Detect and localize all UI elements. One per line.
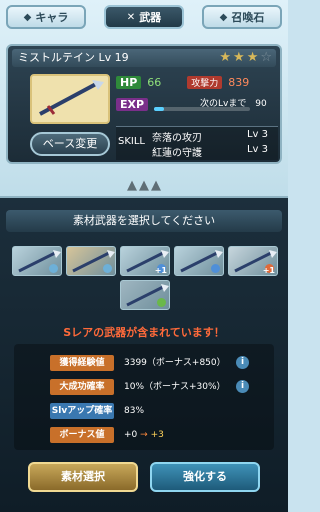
hp-value: 66: [147, 75, 162, 89]
info-label: 獲得経験値: [50, 355, 114, 371]
tab-summon[interactable]: ◆ 召喚石: [202, 5, 282, 29]
material-slot[interactable]: [120, 280, 170, 310]
material-select-button[interactable]: 素材選択: [28, 462, 138, 492]
material-slot[interactable]: +1: [228, 246, 278, 276]
info-value: +0 → +3: [124, 427, 164, 443]
up-arrow-icon: ▲: [127, 178, 137, 193]
hp-label: HP: [116, 75, 142, 89]
weapon-card: ミストルテイン Lv 19 ★ ★ ★ ☆ ベース変更 HP 66 攻撃力 83…: [6, 44, 282, 164]
summon-stone-icon: ◆: [219, 11, 228, 23]
star-icon: ★: [233, 50, 245, 65]
info-label: Slvアップ確率: [50, 403, 114, 419]
srare-warning: Sレアの武器が含まれています！: [63, 326, 225, 339]
material-slot[interactable]: [12, 246, 62, 276]
bonus-before: +0: [124, 430, 138, 440]
skill-row: 紅蓮の守護 Lv 3: [152, 144, 274, 159]
info-row-bonus: ボーナス値 +0 → +3: [14, 426, 274, 444]
tab-weapon[interactable]: ✕ 武器: [104, 5, 184, 29]
next-level-value: 90: [255, 99, 267, 109]
element-gem-icon: [211, 264, 220, 273]
info-label: ボーナス値: [50, 427, 114, 443]
weapon-header: ミストルテイン Lv 19 ★ ★ ★ ☆: [12, 49, 276, 67]
skill-box: SKILL 奈落の攻刃 Lv 3 紅蓮の守護 Lv 3: [116, 126, 278, 160]
info-row-great-success: 大成功確率 10%（ボーナス+30%） i: [14, 378, 274, 396]
plus-value: +1: [262, 266, 275, 275]
info-row-slv: Slvアップ確率 83%: [14, 402, 274, 420]
star-icon: ★: [246, 50, 259, 65]
weapon-name: ミストルテイン Lv 19: [18, 51, 129, 64]
next-level: 次のLvまで 90: [200, 96, 267, 109]
base-change-button[interactable]: ベース変更: [30, 132, 110, 156]
character-icon: ◆: [23, 11, 32, 23]
arrow-right-icon: →: [140, 430, 148, 440]
element-gem-icon: [49, 264, 58, 273]
tab-label: キャラ: [35, 11, 69, 24]
info-value: 3399（ボーナス+850）: [124, 358, 226, 368]
attack-label: 攻撃力: [187, 75, 223, 89]
info-value: 83%: [124, 406, 145, 416]
element-gem-icon: [103, 264, 112, 273]
skill-name: 紅蓮の守護: [152, 148, 202, 159]
tab-label: 武器: [139, 11, 162, 24]
weapon-image[interactable]: [30, 74, 110, 124]
bonus-after: +3: [150, 430, 164, 440]
swords-icon: ✕: [126, 11, 136, 23]
material-panel-title: 素材武器を選択してください: [6, 210, 282, 232]
exp-label: EXP: [116, 97, 149, 111]
rarity-stars: ★ ★ ★ ☆: [219, 50, 272, 66]
upgrade-button[interactable]: 強化する: [150, 462, 260, 492]
info-icon[interactable]: i: [236, 380, 249, 393]
skill-label: SKILL: [118, 136, 145, 147]
upgrade-arrows: ▲ ▲ ▲: [0, 178, 288, 193]
plus-value: +1: [154, 266, 167, 275]
up-arrow-icon: ▲: [151, 178, 161, 193]
skill-level: Lv 3: [246, 144, 268, 155]
material-slot[interactable]: [66, 246, 116, 276]
spear-icon: [32, 76, 108, 122]
skill-name: 奈落の攻刃: [152, 133, 202, 144]
star-empty-icon: ☆: [260, 50, 272, 65]
tab-label: 召喚石: [231, 11, 265, 24]
next-level-label: 次のLvまで: [200, 99, 247, 109]
attack-value: 839: [228, 75, 250, 89]
upgrade-info: 獲得経験値 3399（ボーナス+850） i 大成功確率 10%（ボーナス+30…: [14, 344, 274, 450]
star-icon: ★: [219, 50, 232, 65]
material-slot[interactable]: [174, 246, 224, 276]
skill-level: Lv 3: [246, 129, 268, 140]
exp-bar-fill: [154, 107, 164, 111]
info-icon[interactable]: i: [236, 356, 249, 369]
stat-row-hp-atk: HP 66 攻撃力 839: [116, 74, 249, 90]
up-arrow-icon: ▲: [139, 178, 149, 193]
info-row-exp: 獲得経験値 3399（ボーナス+850） i: [14, 354, 274, 372]
tab-bar: ◆ キャラ ✕ 武器 ◆ 召喚石: [0, 0, 288, 34]
info-value: 10%（ボーナス+30%）: [124, 382, 226, 392]
info-label: 大成功確率: [50, 379, 114, 395]
skill-row: 奈落の攻刃 Lv 3: [152, 129, 274, 144]
element-gem-icon: [157, 298, 166, 307]
tab-character[interactable]: ◆ キャラ: [6, 5, 86, 29]
material-slot[interactable]: +1: [120, 246, 170, 276]
